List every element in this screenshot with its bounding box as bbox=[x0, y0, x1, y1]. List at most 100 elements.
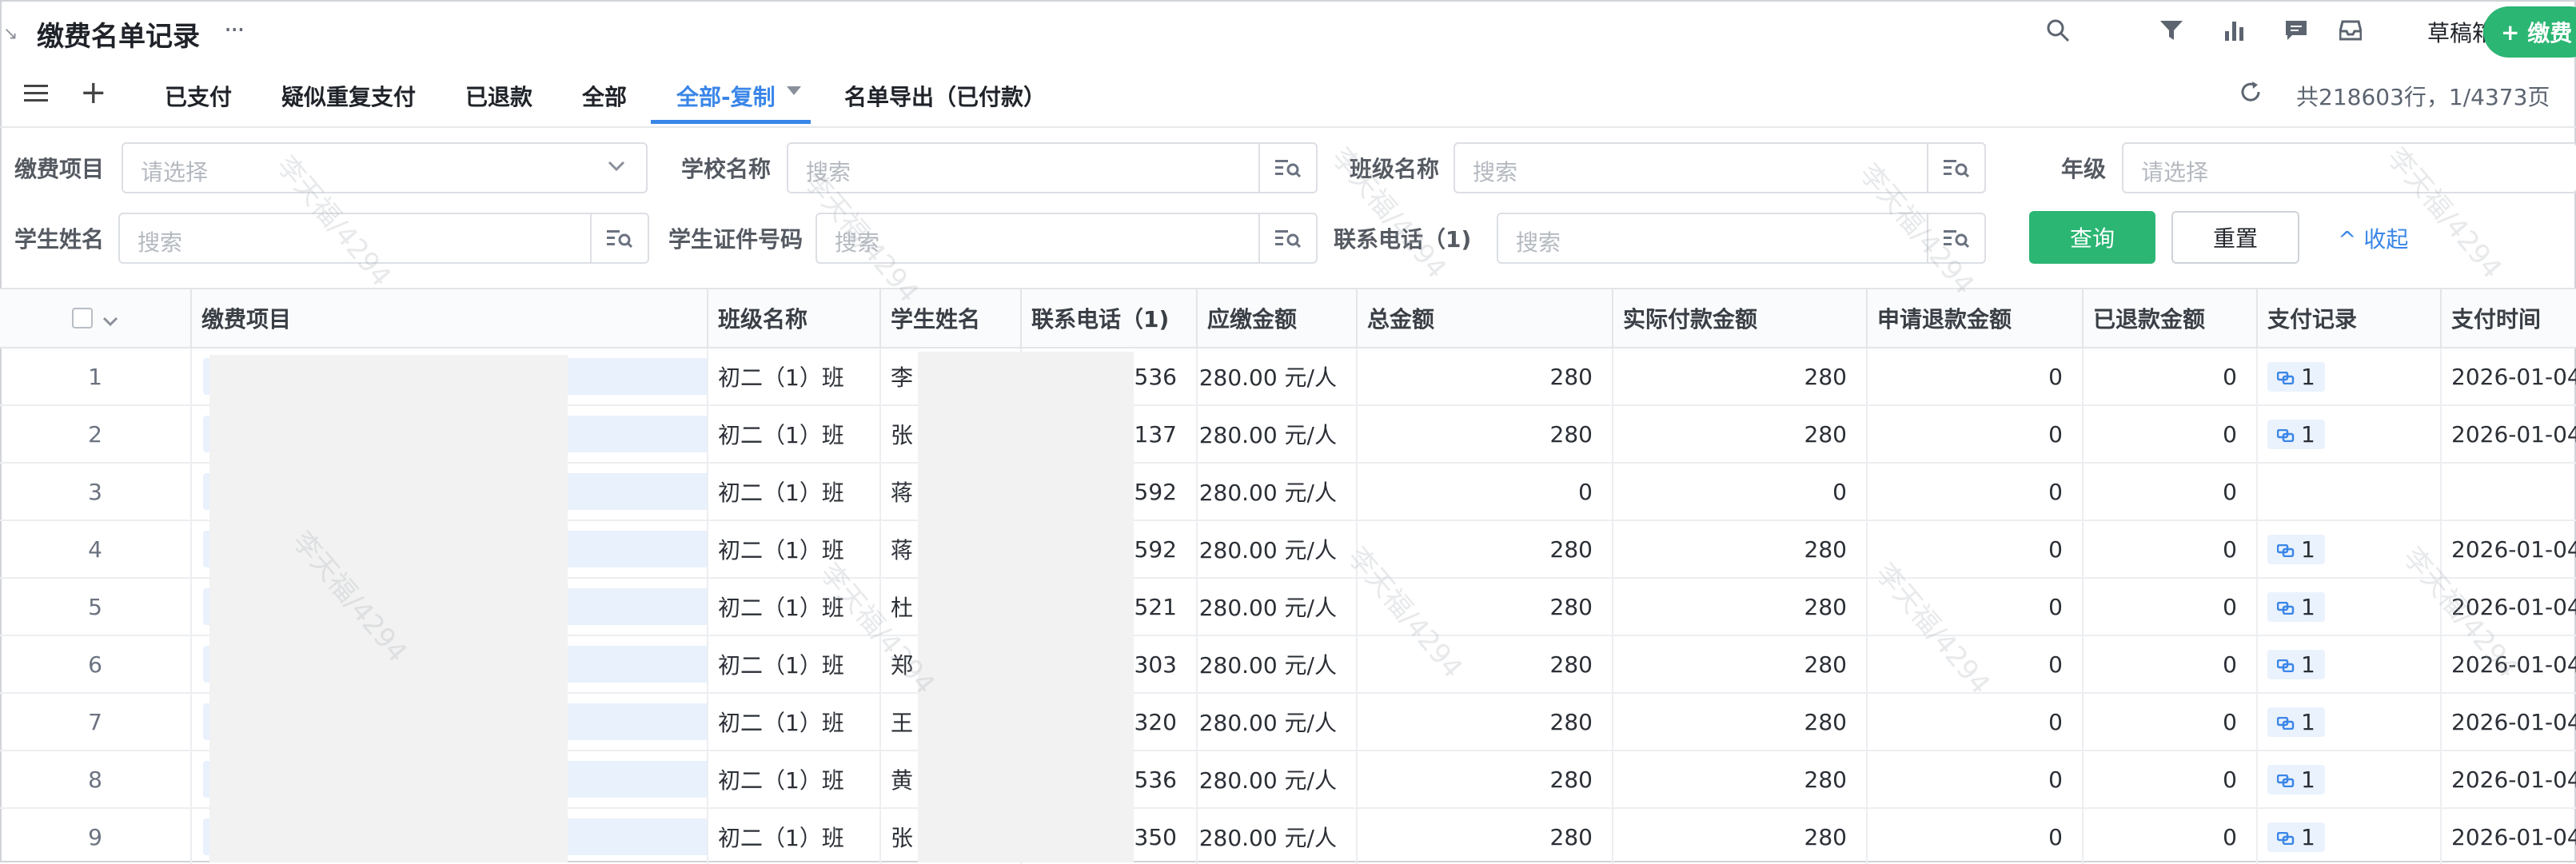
search-icon[interactable] bbox=[2042, 14, 2074, 46]
school-search-input[interactable]: 搜索 bbox=[787, 142, 1318, 193]
inbox-icon[interactable] bbox=[2335, 14, 2367, 46]
tab-list-export[interactable]: 名单导出（已付款） bbox=[844, 80, 1046, 112]
grade-filter-label: 年级 bbox=[2061, 156, 2107, 182]
cell-pay-time bbox=[2442, 464, 2576, 520]
more-icon[interactable]: ··· bbox=[224, 14, 245, 45]
cell-refund-req: 0 bbox=[1868, 636, 2084, 692]
select-all-checkbox[interactable] bbox=[72, 308, 93, 328]
chevron-down-icon[interactable] bbox=[102, 305, 118, 332]
cell-refunded: 0 bbox=[2084, 464, 2258, 520]
cell-class: 初二（1）班 bbox=[708, 406, 881, 462]
cell-refund-req: 0 bbox=[1868, 521, 2084, 577]
col-header-refunded[interactable]: 已退款金额 bbox=[2084, 289, 2258, 347]
comment-icon[interactable] bbox=[2280, 14, 2312, 46]
pay-record-tag[interactable]: 1 bbox=[2267, 707, 2325, 737]
query-button[interactable]: 查询 bbox=[2029, 211, 2155, 264]
pay-record-tag[interactable]: 1 bbox=[2267, 649, 2325, 679]
phone-filter-label: 联系电话（1) bbox=[1334, 226, 1472, 253]
cell-due: 280.00 元/人 bbox=[1198, 809, 1358, 864]
cell-refund-req: 0 bbox=[1868, 348, 2084, 404]
col-header-actual[interactable]: 实际付款金额 bbox=[1613, 289, 1868, 347]
school-search-placeholder: 搜索 bbox=[806, 159, 851, 185]
cell-idx: 2 bbox=[0, 406, 192, 462]
chevron-up-icon: ^ bbox=[2338, 226, 2364, 253]
refresh-icon[interactable] bbox=[2239, 80, 2263, 107]
col-header-total[interactable]: 总金额 bbox=[1358, 289, 1613, 347]
cell-class: 初二（1）班 bbox=[708, 751, 881, 807]
col-header-pay-time[interactable]: 支付时间 bbox=[2442, 289, 2576, 347]
pay-record-tag[interactable]: 1 bbox=[2267, 822, 2325, 852]
cell-due: 280.00 元/人 bbox=[1198, 694, 1358, 750]
cell-refund-req: 0 bbox=[1868, 579, 2084, 635]
search-list-icon[interactable] bbox=[590, 214, 648, 262]
collapse-arrow-icon[interactable]: ↘ bbox=[3, 24, 18, 44]
tab-all-copy[interactable]: 全部-复制 bbox=[676, 80, 776, 112]
student-search-input[interactable]: 搜索 bbox=[118, 213, 649, 264]
cell-pay-record: 1 bbox=[2258, 809, 2442, 864]
active-tab-indicator bbox=[651, 120, 811, 124]
link-icon bbox=[2276, 421, 2295, 448]
col-header-project[interactable]: 缴费项目 bbox=[192, 289, 708, 347]
tab-paid[interactable]: 已支付 bbox=[165, 80, 232, 112]
idno-search-input[interactable]: 搜索 bbox=[815, 213, 1318, 264]
search-list-icon[interactable] bbox=[1258, 144, 1316, 192]
cell-due: 280.00 元/人 bbox=[1198, 406, 1358, 462]
cell-class: 初二（1）班 bbox=[708, 348, 881, 404]
pay-record-count: 1 bbox=[2301, 651, 2315, 678]
col-header-refund-request[interactable]: 申请退款金额 bbox=[1868, 289, 2084, 347]
reset-button[interactable]: 重置 bbox=[2171, 211, 2299, 264]
tab-refunded[interactable]: 已退款 bbox=[465, 80, 532, 112]
filter-icon[interactable] bbox=[2155, 14, 2187, 46]
pay-record-tag[interactable]: 1 bbox=[2267, 764, 2325, 794]
cell-pay-record bbox=[2258, 464, 2442, 520]
col-header-due[interactable]: 应缴金额 bbox=[1198, 289, 1358, 347]
cell-actual: 280 bbox=[1613, 406, 1868, 462]
cell-refund-req: 0 bbox=[1868, 464, 2084, 520]
project-select-placeholder: 请选择 bbox=[141, 159, 209, 185]
phone-search-input[interactable]: 搜索 bbox=[1497, 213, 1986, 264]
cell-pay-time: 2026-01-04 bbox=[2451, 708, 2576, 735]
cell-pay-record: 1 bbox=[2258, 348, 2442, 404]
pay-record-tag[interactable]: 1 bbox=[2267, 534, 2325, 564]
search-list-icon[interactable] bbox=[1927, 214, 1984, 262]
select-all-header[interactable] bbox=[0, 289, 192, 347]
tab-all[interactable]: 全部 bbox=[582, 80, 627, 112]
class-search-input[interactable]: 搜索 bbox=[1453, 142, 1986, 193]
row-count-info: 共218603行，1/4373页 bbox=[2296, 84, 2550, 110]
link-icon bbox=[2276, 594, 2295, 620]
pay-record-tag[interactable]: 1 bbox=[2267, 419, 2325, 449]
cell-refund-req: 0 bbox=[1868, 751, 2084, 807]
tab-suspected-duplicate[interactable]: 疑似重复支付 bbox=[281, 80, 416, 112]
pay-record-tag[interactable]: 1 bbox=[2267, 361, 2325, 392]
add-view-plus-icon[interactable]: + bbox=[80, 77, 107, 109]
redaction-mask bbox=[209, 355, 568, 862]
bar-chart-icon[interactable] bbox=[2219, 14, 2251, 46]
table-header: 缴费项目 班级名称 学生姓名 联系电话（1) 应缴金额 总金额 实际付款金额 申… bbox=[0, 289, 2576, 348]
cell-due: 280.00 元/人 bbox=[1198, 751, 1358, 807]
cell-total: 280 bbox=[1358, 694, 1613, 750]
cell-actual: 280 bbox=[1613, 636, 1868, 692]
col-header-pay-record[interactable]: 支付记录 bbox=[2258, 289, 2442, 347]
project-select[interactable]: 请选择 bbox=[122, 142, 648, 193]
search-list-icon[interactable] bbox=[1258, 214, 1316, 262]
col-header-class[interactable]: 班级名称 bbox=[708, 289, 881, 347]
col-header-student[interactable]: 学生姓名 bbox=[881, 289, 1022, 347]
school-filter-label: 学校名称 bbox=[681, 156, 772, 182]
pay-record-count: 1 bbox=[2301, 363, 2315, 390]
search-list-icon[interactable] bbox=[1927, 144, 1984, 192]
pay-record-count: 1 bbox=[2301, 823, 2315, 850]
add-payment-button[interactable]: + 缴费 bbox=[2483, 6, 2576, 58]
pay-record-tag[interactable]: 1 bbox=[2267, 591, 2325, 622]
collapse-filters-link[interactable]: ^ 收起 bbox=[2338, 222, 2408, 254]
grade-select[interactable]: 请选择 bbox=[2122, 142, 2576, 193]
cell-pay-time: 2026-01-04 bbox=[2451, 363, 2576, 390]
tab-dropdown-caret-icon[interactable] bbox=[787, 86, 801, 95]
cell-total: 280 bbox=[1358, 579, 1613, 635]
student-search-placeholder: 搜索 bbox=[138, 229, 183, 256]
cell-pay-time: 2026-01-04 bbox=[2451, 651, 2576, 678]
cell-class: 初二（1）班 bbox=[708, 694, 881, 750]
cell-pay-time: 2026-01-04 bbox=[2451, 593, 2576, 620]
menu-icon[interactable] bbox=[24, 83, 48, 107]
col-header-phone[interactable]: 联系电话（1) bbox=[1022, 289, 1198, 347]
cell-total: 280 bbox=[1358, 809, 1613, 864]
